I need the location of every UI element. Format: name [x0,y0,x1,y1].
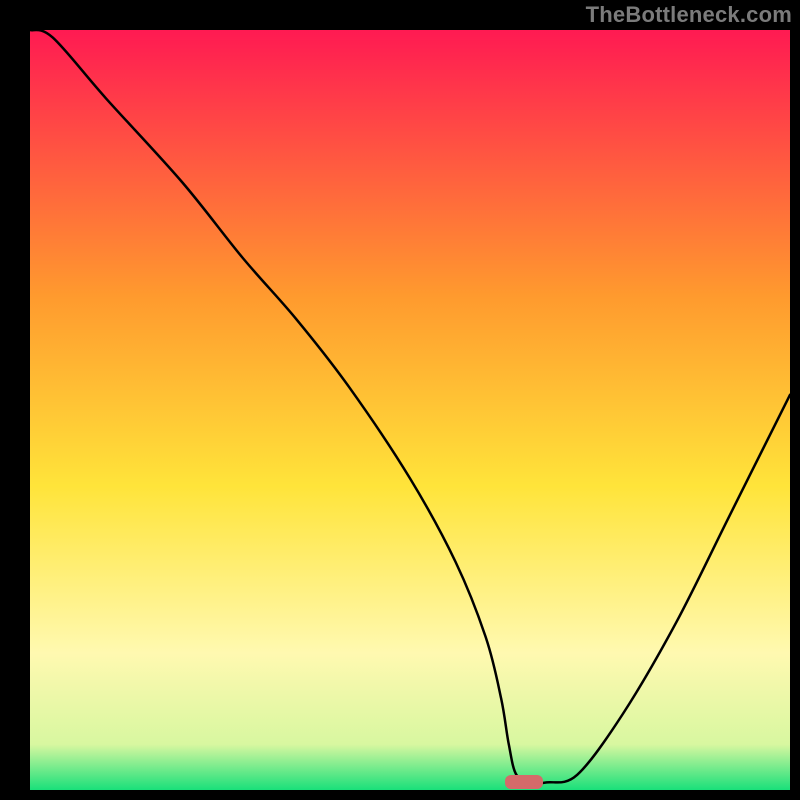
optimal-marker [505,775,543,789]
plot-area [30,30,790,790]
watermark-text: TheBottleneck.com [586,2,792,28]
chart-frame: TheBottleneck.com [0,0,800,800]
chart-svg [0,0,800,800]
